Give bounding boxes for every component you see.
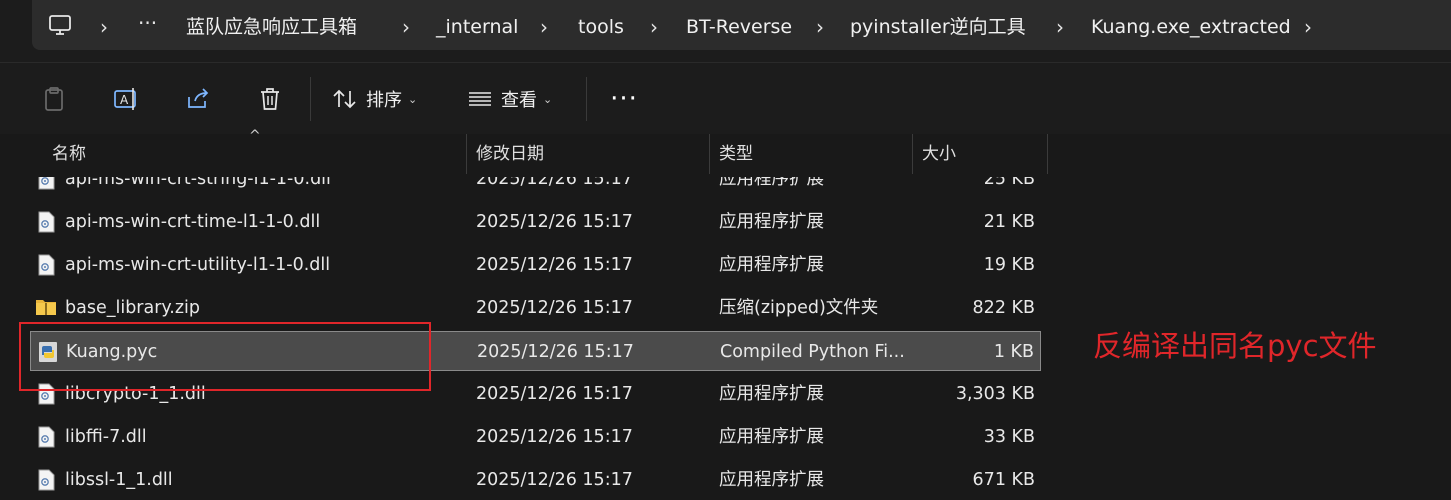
file-date: 2025/12/26 15:17 [476,470,633,490]
file-row[interactable]: api-ms-win-crt-utility-l1-1-0.dll 2025/12… [30,245,1041,285]
file-size: 1 KB [993,342,1034,362]
delete-button[interactable] [252,79,288,119]
view-button[interactable]: 查看 ⌄ [467,79,567,119]
zip-folder-icon [35,297,56,319]
dll-file-icon [37,469,55,491]
file-name: libffi-7.dll [65,427,147,447]
column-header-date[interactable]: 修改日期 [468,134,708,176]
chevron-right-icon[interactable]: › [1056,14,1064,40]
breadcrumb[interactable]: › ··· 蓝队应急响应工具箱 › _internal › tools › BT… [32,0,1451,50]
column-separator[interactable] [912,134,913,174]
column-header-name[interactable]: 名称 [44,134,464,176]
file-date: 2025/12/26 15:17 [476,255,633,275]
file-date: 2025/12/26 15:17 [476,212,633,232]
chevron-down-icon: ⌄ [408,92,418,106]
file-type: 应用程序扩展 [719,470,824,490]
annotation-text: 反编译出同名pyc文件 [1093,329,1377,363]
more-options-button[interactable]: ··· [604,79,644,119]
file-date: 2025/12/26 15:17 [476,427,633,447]
file-type: 压缩(zipped)文件夹 [719,298,879,318]
share-button[interactable] [180,79,216,119]
view-label: 查看 [501,90,537,111]
breadcrumb-item[interactable]: tools [578,14,624,40]
file-type: 应用程序扩展 [719,427,824,447]
chevron-right-icon[interactable]: › [540,14,548,40]
breadcrumb-item[interactable]: pyinstaller逆向工具 [850,14,1026,40]
dll-file-icon [37,254,55,276]
clipboard-icon [45,87,63,111]
file-size: 19 KB [983,255,1035,275]
chevron-right-icon[interactable]: › [402,14,410,40]
chevron-right-icon[interactable]: › [1304,14,1312,40]
dll-file-icon [37,211,55,233]
chevron-right-icon[interactable]: › [816,14,824,40]
paste-button[interactable] [36,79,72,119]
file-date: 2025/12/26 15:17 [476,384,633,404]
breadcrumb-item[interactable]: _internal [436,14,518,40]
more-icon: ··· [610,84,638,114]
more-icon[interactable]: ··· [138,10,157,36]
file-name: api-ms-win-crt-utility-l1-1-0.dll [65,255,331,275]
breadcrumb-item[interactable]: BT-Reverse [686,14,792,40]
dll-file-icon [37,426,55,448]
highlight-box [19,322,431,391]
toolbar-divider [586,77,587,121]
sort-button[interactable]: 排序 ⌄ [332,79,432,119]
column-header-size[interactable]: 大小 [914,134,1046,176]
file-name: api-ms-win-crt-time-l1-1-0.dll [65,212,321,232]
address-bar: › ··· 蓝队应急响应工具箱 › _internal › tools › BT… [0,0,1451,62]
column-header-type[interactable]: 类型 [711,134,911,176]
column-separator[interactable] [1047,134,1048,174]
chevron-right-icon[interactable]: › [100,14,108,40]
file-size: 822 KB [972,298,1035,318]
column-separator[interactable] [709,134,710,174]
file-type: 应用程序扩展 [719,255,824,275]
file-size: 33 KB [983,427,1035,447]
chevron-down-icon: ⌄ [543,92,553,106]
command-bar: A 排序 ⌄ 查看 ⌄ ··· [0,62,1451,135]
file-row[interactable]: libssl-1_1.dll 2025/12/26 15:17 应用程序扩展 671 … [30,460,1041,500]
file-size: 3,303 KB [955,384,1035,404]
rename-icon: A [114,88,136,110]
file-date: 2025/12/26 15:17 [476,298,633,318]
file-row[interactable]: api-ms-win-crt-time-l1-1-0.dll 2025/12/26… [30,202,1041,242]
view-icon [469,92,491,106]
breadcrumb-item[interactable]: 蓝队应急响应工具箱 [186,14,357,40]
file-size: 671 KB [972,470,1035,490]
toolbar-divider [310,77,311,121]
svg-text:A: A [120,93,129,107]
trash-icon [261,88,279,110]
sort-icon [333,89,356,109]
file-type: Compiled Python Fi... [720,342,905,362]
file-type: 应用程序扩展 [719,212,824,232]
column-separator[interactable] [466,134,467,174]
chevron-right-icon[interactable]: › [650,14,658,40]
file-row[interactable]: libffi-7.dll 2025/12/26 15:17 应用程序扩展 33 KB [30,417,1041,457]
breadcrumb-item[interactable]: Kuang.exe_extracted [1091,14,1291,40]
file-name: libssl-1_1.dll [65,470,173,490]
file-size: 21 KB [983,212,1035,232]
file-list: ^ 名称 修改日期 类型 大小 api-ms-win-crt-string-l1… [0,128,1451,494]
this-pc-icon[interactable] [48,14,72,40]
share-icon [188,88,209,108]
file-type: 应用程序扩展 [719,384,824,404]
sort-label: 排序 [366,90,402,111]
rename-button[interactable]: A [108,79,144,119]
file-date: 2025/12/26 15:17 [477,342,634,362]
